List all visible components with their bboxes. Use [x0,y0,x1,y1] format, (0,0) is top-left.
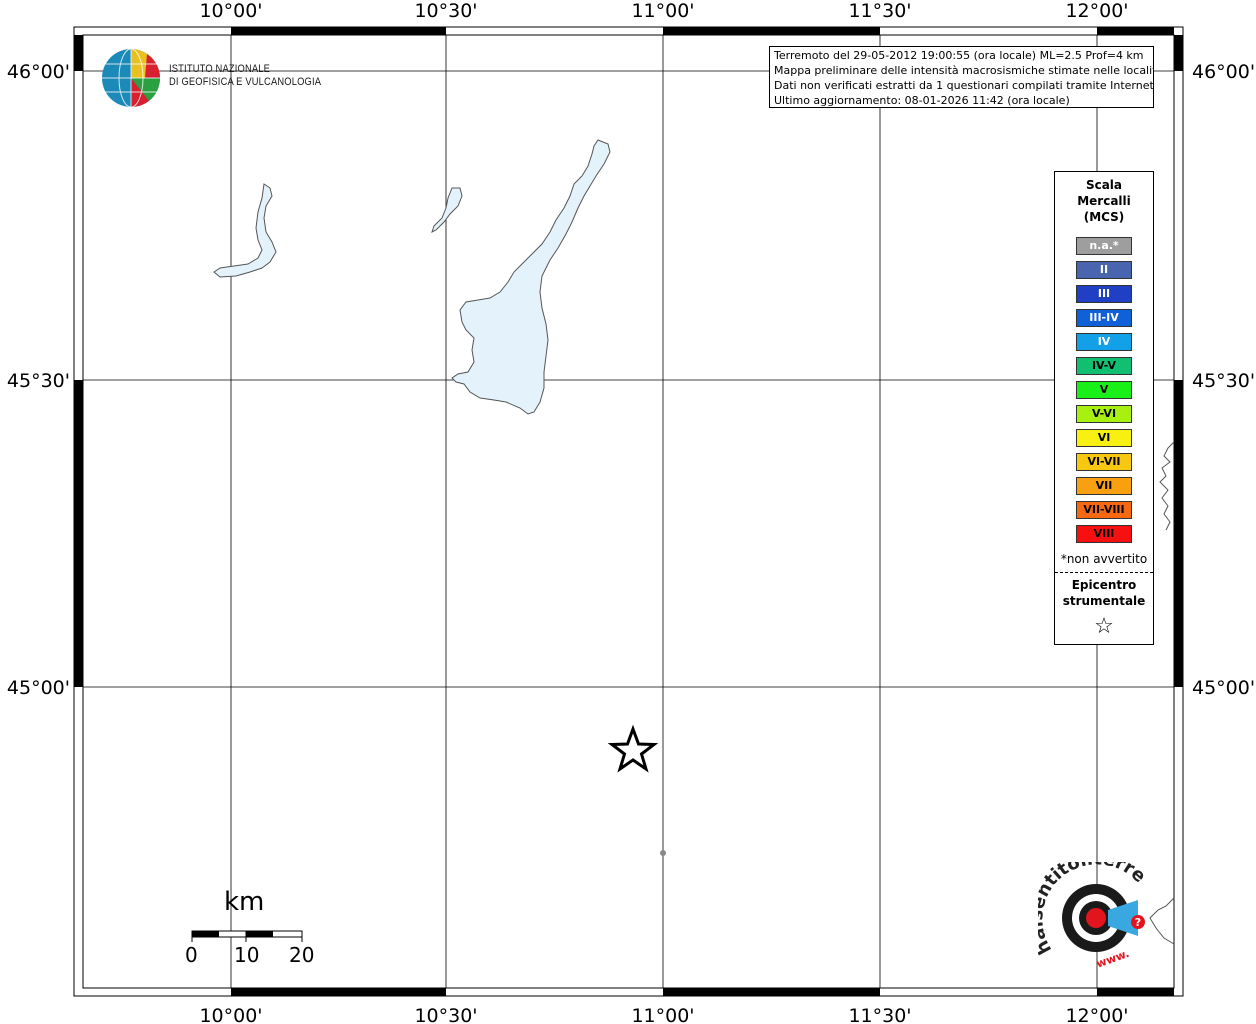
ingv-logo: ISTITUTO NAZIONALE DI GEOFISICA E VULCAN… [101,48,321,110]
question-mark: ? [1135,916,1141,929]
event-info-line: Ultimo aggiornamento: 08-01-2026 11:42 (… [774,94,1070,107]
map-area [82,34,1175,989]
event-info-line: Mappa preliminare delle intensità macros… [774,64,1154,77]
lon-label-bottom: 11°30' [848,1005,911,1024]
legend-epicenter-label: Epicentro strumentale [1062,578,1146,608]
legend-item-vvi: V-VI [1076,405,1132,423]
intensity-legend: Scala Mercalli (MCS) n.a.* II III III-IV IV I… [1054,171,1154,645]
legend-item-iiiiv: III-IV [1076,309,1132,327]
legend-note: *non avvertito [1060,552,1148,566]
legend-items: n.a.* II III III-IV IV IV-V V V-VI VI VI-VII VII VI… [1055,237,1153,543]
ingv-name-line2: DI GEOFISICA E VULCANOLOGIA [169,76,322,88]
small-lake [660,850,666,856]
event-info-line: Terremoto del 29-05-2012 19:00:55 (ora l… [774,49,1144,62]
legend-item-ivv: IV-V [1076,357,1132,375]
lon-label-top: 10°00' [199,0,262,22]
lat-label-left: 46°00' [7,61,70,83]
ingv-name-line1: ISTITUTO NAZIONALE [169,63,271,75]
ingv-logo-text: ISTITUTO NAZIONALE DI GEOFISICA E VULCAN… [169,63,321,89]
legend-star-icon: ☆ [1094,614,1114,639]
legend-item-viii: VIII [1076,525,1132,543]
lat-label-left: 45°00' [7,677,70,699]
hst-logo: haisentitoilterremoto.it ? www. [1026,846,1176,972]
legend-item-vii: VII [1076,477,1132,495]
legend-item-na: n.a.* [1076,237,1132,255]
legend-item-ii: II [1076,261,1132,279]
legend-item-viiviii: VII-VIII [1076,501,1132,519]
scale-unit: km [224,887,265,917]
legend-item-vivii: VI-VII [1076,453,1132,471]
lon-label-bottom: 11°00' [631,1005,694,1024]
lat-label-left: 45°30' [7,370,70,392]
legend-item-vi: VI [1076,429,1132,447]
lat-label-right: 45°00' [1192,677,1255,699]
lon-label-top: 11°30' [848,0,911,22]
lon-label-bottom: 10°00' [199,1005,262,1024]
lat-label-right: 46°00' [1192,61,1255,83]
event-info-line: Dati non verificati estratti da 1 questi… [774,79,1154,92]
legend-title: Scala Mercalli (MCS) [1077,178,1131,224]
globe-icon [102,48,161,108]
lon-label-bottom: 12°00' [1065,1005,1128,1024]
legend-item-iv: IV [1076,333,1132,351]
event-info-box: Terremoto del 29-05-2012 19:00:55 (ora l… [769,46,1154,108]
lon-label-top: 11°00' [631,0,694,22]
scale-tick-label: 10 [234,943,260,967]
scale-tick-label: 0 [185,943,198,967]
lat-label-right: 45°30' [1192,370,1255,392]
lon-label-bottom: 10°30' [414,1005,477,1024]
legend-item-v: V [1076,381,1132,399]
lon-label-top: 10°30' [414,0,477,22]
lon-label-top: 12°00' [1065,0,1128,22]
legend-item-iii: III [1076,285,1132,303]
legend-divider [1055,572,1153,573]
scale-tick-label: 20 [289,943,315,967]
